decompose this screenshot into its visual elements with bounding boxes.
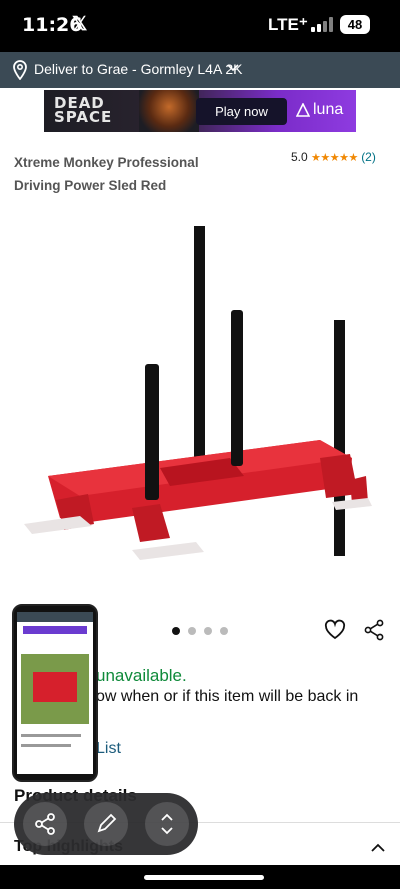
product-image[interactable] xyxy=(20,218,380,568)
product-page: DEAD SPACE Play now luna Xtreme Monkey Pr… xyxy=(0,88,400,865)
rating-count: (2) xyxy=(361,150,376,164)
sled-sleeve xyxy=(231,310,243,466)
sled-post xyxy=(194,226,205,462)
rating-value: 5.0 xyxy=(291,150,308,164)
edit-button[interactable] xyxy=(84,802,128,846)
heart-icon[interactable] xyxy=(324,619,346,641)
location-pin-icon xyxy=(13,60,27,80)
status-bar: 11:26 𝕏 LTE⁺ 48 xyxy=(0,0,400,52)
image-carousel-dots[interactable] xyxy=(172,627,232,637)
chevron-up-icon[interactable] xyxy=(371,843,385,852)
add-to-list-link[interactable]: List xyxy=(96,740,121,758)
sled-skid xyxy=(24,516,92,534)
luna-logo-icon xyxy=(296,103,310,117)
ad-artwork xyxy=(139,90,199,132)
share-icon[interactable] xyxy=(363,619,385,641)
star-rating-icon: ★★★★★ xyxy=(311,152,358,164)
screenshot-thumbnail[interactable] xyxy=(12,604,98,782)
share-icon xyxy=(35,813,55,835)
share-button[interactable] xyxy=(23,802,67,846)
play-now-button[interactable]: Play now xyxy=(196,98,287,125)
ad-banner[interactable]: DEAD SPACE Play now luna xyxy=(44,90,356,132)
availability-status: unavailable. xyxy=(96,666,187,685)
sled-skid xyxy=(132,542,204,560)
signal-icon xyxy=(311,17,333,32)
scroll-button[interactable] xyxy=(145,802,189,846)
product-title[interactable]: Xtreme Monkey Professional Driving Power… xyxy=(14,151,244,197)
chevron-down-icon xyxy=(227,64,239,72)
availability-message: ow when or if this item will be back in xyxy=(96,688,359,705)
network-type: LTE⁺ xyxy=(268,15,308,34)
pencil-icon xyxy=(97,813,117,833)
chevron-up-down-icon xyxy=(161,813,173,835)
sled-sleeve xyxy=(145,364,159,500)
rating[interactable]: 5.0 ★★★★★ (2) xyxy=(291,150,376,164)
floating-action-bar xyxy=(14,793,198,855)
deliver-to-bar[interactable]: Deliver to Grae - Gormley L4A 2K xyxy=(0,52,400,88)
ad-brand: luna xyxy=(313,101,344,118)
thumbnail-preview xyxy=(17,612,93,774)
home-indicator[interactable] xyxy=(144,875,264,880)
deliver-address: Deliver to Grae - Gormley L4A 2K xyxy=(34,61,243,77)
sled-post xyxy=(334,320,345,556)
x-app-icon: 𝕏 xyxy=(72,14,88,35)
battery-level: 48 xyxy=(347,17,363,32)
battery-icon: 48 xyxy=(340,15,370,34)
ad-game-title: DEAD SPACE xyxy=(54,94,113,126)
